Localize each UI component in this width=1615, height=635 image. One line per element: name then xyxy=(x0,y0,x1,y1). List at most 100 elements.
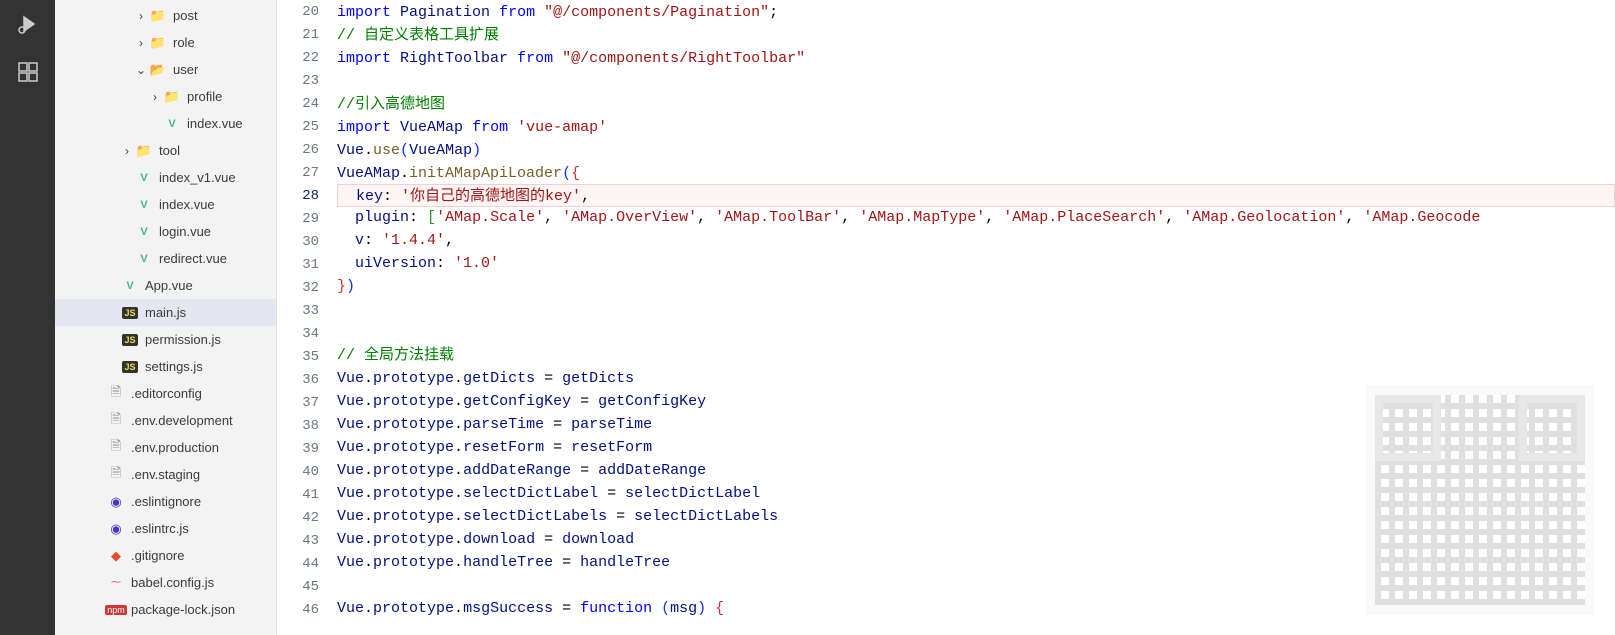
tree-item[interactable]: ›📁profile xyxy=(55,83,276,110)
tree-item[interactable]: ◉.eslintrc.js xyxy=(55,515,276,542)
code-line[interactable]: Vue.prototype.getConfigKey = getConfigKe… xyxy=(337,390,1615,413)
code-line[interactable]: Vue.prototype.selectDictLabel = selectDi… xyxy=(337,482,1615,505)
tree-item-label: login.vue xyxy=(159,224,211,239)
line-number-gutter: 2021222324252627282930313233343536373839… xyxy=(277,0,337,635)
code-line[interactable]: import Pagination from "@/components/Pag… xyxy=(337,1,1615,24)
tree-item[interactable]: Vredirect.vue xyxy=(55,245,276,272)
code-line[interactable]: Vue.prototype.getDicts = getDicts xyxy=(337,367,1615,390)
tree-item[interactable]: 🗎.env.development xyxy=(55,407,276,434)
chevron-right-icon[interactable]: › xyxy=(133,8,149,24)
run-debug-icon[interactable] xyxy=(14,10,42,38)
chevron-icon xyxy=(91,548,107,564)
code-line[interactable]: Vue.prototype.resetForm = resetForm xyxy=(337,436,1615,459)
code-line[interactable]: Vue.prototype.selectDictLabels = selectD… xyxy=(337,505,1615,528)
code-line[interactable]: import RightToolbar from "@/components/R… xyxy=(337,47,1615,70)
code-line[interactable]: key: '你自己的高德地图的key', xyxy=(337,184,1615,207)
tree-item[interactable]: ⌄📂user xyxy=(55,56,276,83)
tree-item-label: .eslintignore xyxy=(131,494,201,509)
code-editor[interactable]: 2021222324252627282930313233343536373839… xyxy=(277,0,1615,635)
tree-item-label: .env.staging xyxy=(131,467,200,482)
tree-item[interactable]: JSmain.js xyxy=(55,299,276,326)
chevron-icon xyxy=(119,224,135,240)
tree-item[interactable]: 🗎.editorconfig xyxy=(55,380,276,407)
code-content[interactable]: import Pagination from "@/components/Pag… xyxy=(337,0,1615,635)
chevron-icon xyxy=(105,305,121,321)
tree-item-label: main.js xyxy=(145,305,186,320)
tree-item[interactable]: ⁓babel.config.js xyxy=(55,569,276,596)
chevron-icon xyxy=(105,278,121,294)
chevron-icon xyxy=(105,332,121,348)
code-line[interactable]: Vue.use(VueAMap) xyxy=(337,139,1615,162)
tree-item[interactable]: Vlogin.vue xyxy=(55,218,276,245)
code-line[interactable]: v: '1.4.4', xyxy=(337,229,1615,252)
code-line[interactable]: Vue.prototype.handleTree = handleTree xyxy=(337,551,1615,574)
tree-item[interactable]: ◆.gitignore xyxy=(55,542,276,569)
tree-item[interactable]: 🗎.env.production xyxy=(55,434,276,461)
chevron-right-icon[interactable]: › xyxy=(119,143,135,159)
chevron-right-icon[interactable]: › xyxy=(133,35,149,51)
code-line[interactable]: Vue.prototype.download = download xyxy=(337,528,1615,551)
tree-item[interactable]: ›📁tool xyxy=(55,137,276,164)
chevron-icon xyxy=(91,440,107,456)
tree-item-label: post xyxy=(173,8,198,23)
code-line[interactable]: Vue.prototype.addDateRange = addDateRang… xyxy=(337,459,1615,482)
code-line[interactable]: import VueAMap from 'vue-amap' xyxy=(337,116,1615,139)
tree-item[interactable]: Vindex.vue xyxy=(55,110,276,137)
code-line[interactable] xyxy=(337,321,1615,344)
tree-item-label: user xyxy=(173,62,198,77)
code-line[interactable]: VueAMap.initAMapApiLoader({ xyxy=(337,162,1615,185)
tree-item[interactable]: 🗎.env.staging xyxy=(55,461,276,488)
extensions-icon[interactable] xyxy=(14,58,42,86)
tree-item-label: .eslintrc.js xyxy=(131,521,189,536)
chevron-icon xyxy=(119,251,135,267)
tree-item[interactable]: npmpackage-lock.json xyxy=(55,596,276,623)
chevron-icon xyxy=(91,494,107,510)
chevron-icon xyxy=(91,575,107,591)
tree-item[interactable]: VApp.vue xyxy=(55,272,276,299)
tree-item-label: permission.js xyxy=(145,332,221,347)
tree-item-label: role xyxy=(173,35,195,50)
tree-item-label: index_v1.vue xyxy=(159,170,236,185)
chevron-icon xyxy=(91,521,107,537)
tree-item-label: settings.js xyxy=(145,359,203,374)
code-line[interactable]: // 自定义表格工具扩展 xyxy=(337,24,1615,47)
code-line[interactable] xyxy=(337,574,1615,597)
tree-item[interactable]: JSpermission.js xyxy=(55,326,276,353)
tree-item[interactable]: JSsettings.js xyxy=(55,353,276,380)
chevron-icon xyxy=(91,467,107,483)
code-line[interactable] xyxy=(337,70,1615,93)
tree-item[interactable]: ◉.eslintignore xyxy=(55,488,276,515)
code-line[interactable]: uiVersion: '1.0' xyxy=(337,252,1615,275)
tree-item-label: package-lock.json xyxy=(131,602,235,617)
code-line[interactable]: Vue.prototype.parseTime = parseTime xyxy=(337,413,1615,436)
tree-item-label: profile xyxy=(187,89,222,104)
tree-item[interactable]: Vindex.vue xyxy=(55,191,276,218)
chevron-icon xyxy=(119,170,135,186)
code-line[interactable]: plugin: ['AMap.Scale', 'AMap.OverView', … xyxy=(337,206,1615,229)
tree-item-label: redirect.vue xyxy=(159,251,227,266)
chevron-down-icon[interactable]: ⌄ xyxy=(133,62,149,78)
code-line[interactable]: //引入高德地图 xyxy=(337,93,1615,116)
chevron-right-icon[interactable]: › xyxy=(147,89,163,105)
tree-item-label: .env.development xyxy=(131,413,233,428)
code-line[interactable] xyxy=(337,298,1615,321)
chevron-icon xyxy=(91,413,107,429)
chevron-icon xyxy=(119,197,135,213)
tree-item-label: tool xyxy=(159,143,180,158)
tree-item-label: babel.config.js xyxy=(131,575,214,590)
code-line[interactable]: Vue.prototype.msgSuccess = function (msg… xyxy=(337,597,1615,620)
tree-item[interactable]: Vindex_v1.vue xyxy=(55,164,276,191)
code-line[interactable]: }) xyxy=(337,275,1615,298)
tree-item-label: .env.production xyxy=(131,440,219,455)
tree-item-label: .gitignore xyxy=(131,548,184,563)
tree-item-label: .editorconfig xyxy=(131,386,202,401)
tree-item-label: index.vue xyxy=(159,197,215,212)
tree-item[interactable]: ›📁post xyxy=(55,2,276,29)
chevron-icon xyxy=(105,359,121,375)
tree-item[interactable]: ›📁role xyxy=(55,29,276,56)
code-line[interactable]: // 全局方法挂载 xyxy=(337,344,1615,367)
activity-bar xyxy=(0,0,55,635)
tree-item-label: App.vue xyxy=(145,278,193,293)
file-explorer-tree[interactable]: ›📁post›📁role⌄📂user›📁profileVindex.vue›📁t… xyxy=(55,0,277,635)
tree-item-label: index.vue xyxy=(187,116,243,131)
